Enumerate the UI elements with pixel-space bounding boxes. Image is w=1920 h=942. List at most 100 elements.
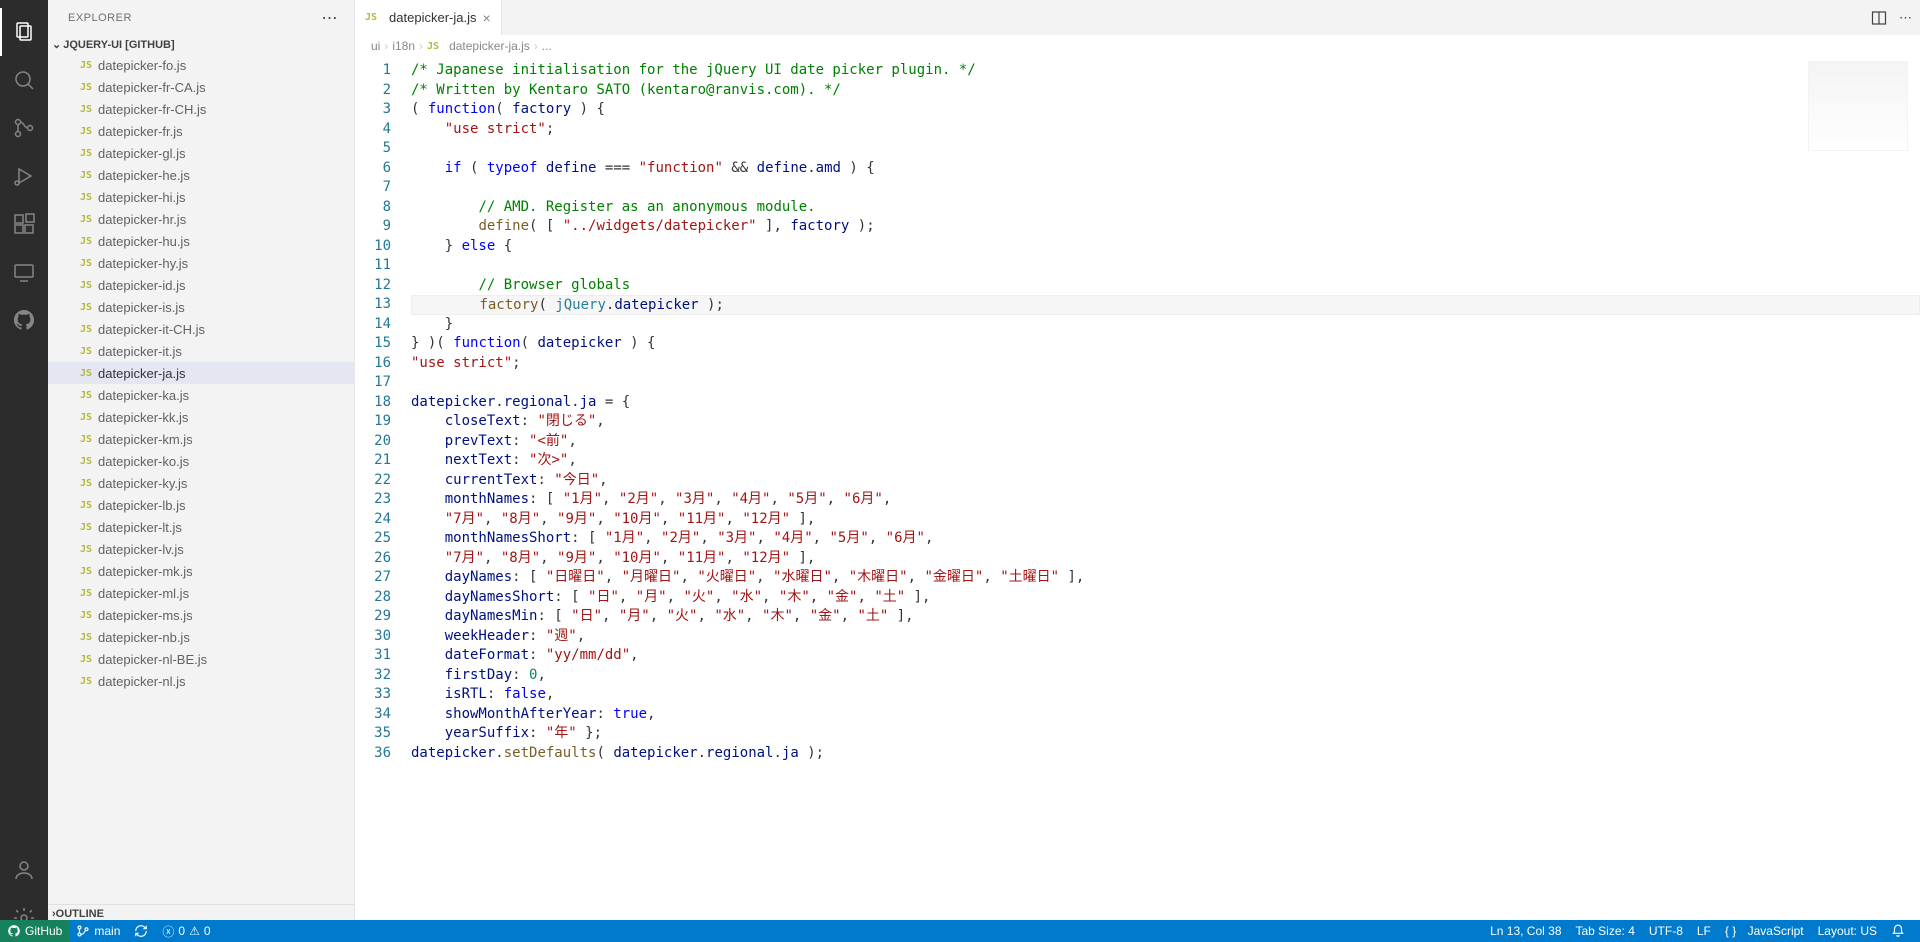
file-item[interactable]: JSdatepicker-nl-BE.js bbox=[48, 648, 354, 670]
sidebar-more-icon[interactable]: ⋯ bbox=[322, 8, 339, 28]
explorer-icon[interactable] bbox=[0, 8, 48, 56]
file-item[interactable]: JSdatepicker-is.js bbox=[48, 296, 354, 318]
file-name: datepicker-nl.js bbox=[98, 674, 185, 689]
file-item[interactable]: JSdatepicker-it-CH.js bbox=[48, 318, 354, 340]
status-github-label: GitHub bbox=[25, 924, 62, 938]
file-item[interactable]: JSdatepicker-fo.js bbox=[48, 54, 354, 76]
run-debug-icon[interactable] bbox=[0, 152, 48, 200]
breadcrumb-item[interactable]: i18n bbox=[392, 39, 415, 53]
breadcrumb-item[interactable]: datepicker-ja.js bbox=[449, 39, 530, 53]
js-file-icon: JS bbox=[80, 170, 92, 181]
source-control-icon[interactable] bbox=[0, 104, 48, 152]
status-encoding[interactable]: UTF-8 bbox=[1642, 920, 1690, 942]
accounts-icon[interactable] bbox=[0, 846, 48, 894]
remote-icon[interactable] bbox=[0, 248, 48, 296]
js-file-icon: JS bbox=[80, 434, 92, 445]
github-activity-icon[interactable] bbox=[0, 296, 48, 344]
file-name: datepicker-fr-CH.js bbox=[98, 102, 206, 117]
file-item[interactable]: JSdatepicker-hy.js bbox=[48, 252, 354, 274]
js-file-icon: JS bbox=[365, 12, 377, 23]
file-tree[interactable]: JSdatepicker-fo.jsJSdatepicker-fr-CA.jsJ… bbox=[48, 54, 354, 904]
file-name: datepicker-ml.js bbox=[98, 586, 189, 601]
editor-area: JS datepicker-ja.js × ⋯ ui› i18n› JS dat… bbox=[355, 0, 1920, 942]
minimap[interactable] bbox=[1808, 61, 1908, 151]
extensions-icon[interactable] bbox=[0, 200, 48, 248]
close-icon[interactable]: × bbox=[482, 10, 490, 26]
status-sync[interactable] bbox=[127, 920, 155, 942]
file-name: datepicker-mk.js bbox=[98, 564, 193, 579]
search-icon[interactable] bbox=[0, 56, 48, 104]
status-layout[interactable]: Layout: US bbox=[1811, 920, 1884, 942]
js-file-icon: JS bbox=[80, 390, 92, 401]
tab-datepicker-ja[interactable]: JS datepicker-ja.js × bbox=[355, 0, 502, 35]
js-file-icon: JS bbox=[80, 280, 92, 291]
status-eol[interactable]: LF bbox=[1690, 920, 1718, 942]
file-name: datepicker-he.js bbox=[98, 168, 190, 183]
js-file-icon: JS bbox=[80, 588, 92, 599]
file-name: datepicker-ka.js bbox=[98, 388, 189, 403]
status-notifications-icon[interactable] bbox=[1884, 920, 1912, 942]
file-name: datepicker-ms.js bbox=[98, 608, 193, 623]
code-content[interactable]: /* Japanese initialisation for the jQuer… bbox=[411, 57, 1920, 942]
file-item[interactable]: JSdatepicker-lb.js bbox=[48, 494, 354, 516]
file-item[interactable]: JS datepicker-id.js bbox=[48, 274, 354, 296]
status-branch[interactable]: main bbox=[69, 920, 127, 942]
file-name: datepicker-hu.js bbox=[98, 234, 190, 249]
breadcrumb-item[interactable]: ... bbox=[542, 39, 552, 53]
tab-bar: JS datepicker-ja.js × ⋯ bbox=[355, 0, 1920, 35]
js-file-icon: JS bbox=[80, 148, 92, 159]
file-item[interactable]: JS datepicker-ml.js bbox=[48, 582, 354, 604]
file-name: datepicker-km.js bbox=[98, 432, 193, 447]
js-file-icon: JS bbox=[80, 126, 92, 137]
file-name: datepicker-hr.js bbox=[98, 212, 186, 227]
status-language[interactable]: { } JavaScript bbox=[1718, 920, 1811, 942]
js-file-icon: JS bbox=[80, 412, 92, 423]
workspace-root[interactable]: ⌄ JQUERY-UI [GITHUB] bbox=[48, 35, 354, 54]
file-item[interactable]: JSdatepicker-nl.js bbox=[48, 670, 354, 692]
file-name: datepicker-id.js bbox=[98, 278, 185, 293]
file-item[interactable]: JS datepicker-he.js bbox=[48, 164, 354, 186]
sidebar-title: EXPLORER bbox=[68, 12, 132, 24]
file-item[interactable]: JSdatepicker-lt.js bbox=[48, 516, 354, 538]
status-problems[interactable]: ⓧ0 ⚠0 bbox=[155, 920, 217, 942]
js-file-icon: JS bbox=[80, 456, 92, 467]
file-item[interactable]: JSdatepicker-hu.js bbox=[48, 230, 354, 252]
status-cursor[interactable]: Ln 13, Col 38 bbox=[1483, 920, 1568, 942]
file-name: datepicker-fo.js bbox=[98, 58, 186, 73]
editor-more-icon[interactable]: ⋯ bbox=[1899, 10, 1912, 26]
file-item[interactable]: JS datepicker-fr-CH.js bbox=[48, 98, 354, 120]
status-bar: GitHub main ⓧ0 ⚠0 Ln 13, Col 38 Tab Size… bbox=[0, 920, 1920, 942]
file-item[interactable]: JSdatepicker-hi.js bbox=[48, 186, 354, 208]
file-item[interactable]: JSdatepicker-ko.js bbox=[48, 450, 354, 472]
file-item[interactable]: JS datepicker-km.js bbox=[48, 428, 354, 450]
file-item[interactable]: JS datepicker-ka.js bbox=[48, 384, 354, 406]
file-item[interactable]: JSdatepicker-gl.js bbox=[48, 142, 354, 164]
file-item[interactable]: JSdatepicker-it.js bbox=[48, 340, 354, 362]
file-item[interactable]: JSdatepicker-kk.js bbox=[48, 406, 354, 428]
breadcrumb[interactable]: ui› i18n› JS datepicker-ja.js› ... bbox=[355, 35, 1920, 57]
file-item[interactable]: JSdatepicker-ms.js bbox=[48, 604, 354, 626]
editor-body[interactable]: 1234567891011121314151617181920212223242… bbox=[355, 57, 1920, 942]
split-editor-icon[interactable] bbox=[1871, 10, 1887, 26]
file-item[interactable]: JS datepicker-ky.js bbox=[48, 472, 354, 494]
file-item[interactable]: JSdatepicker-hr.js bbox=[48, 208, 354, 230]
file-name: datepicker-fr-CA.js bbox=[98, 80, 206, 95]
js-file-icon: JS bbox=[80, 368, 92, 379]
breadcrumb-item[interactable]: ui bbox=[371, 39, 380, 53]
status-tabsize[interactable]: Tab Size: 4 bbox=[1569, 920, 1642, 942]
js-file-icon: JS bbox=[80, 478, 92, 489]
status-github[interactable]: GitHub bbox=[0, 920, 69, 942]
file-item[interactable]: JS datepicker-fr.js bbox=[48, 120, 354, 142]
file-item[interactable]: JSdatepicker-ja.js bbox=[48, 362, 354, 384]
js-file-icon: JS bbox=[80, 544, 92, 555]
file-name: datepicker-it-CH.js bbox=[98, 322, 205, 337]
js-file-icon: JS bbox=[80, 104, 92, 115]
js-file-icon: JS bbox=[80, 632, 92, 643]
file-item[interactable]: JSdatepicker-mk.js bbox=[48, 560, 354, 582]
file-item[interactable]: JSdatepicker-nb.js bbox=[48, 626, 354, 648]
file-name: datepicker-fr.js bbox=[98, 124, 183, 139]
file-name: datepicker-ky.js bbox=[98, 476, 187, 491]
file-item[interactable]: JSdatepicker-fr-CA.js bbox=[48, 76, 354, 98]
file-item[interactable]: JSdatepicker-lv.js bbox=[48, 538, 354, 560]
js-file-icon: JS bbox=[80, 500, 92, 511]
